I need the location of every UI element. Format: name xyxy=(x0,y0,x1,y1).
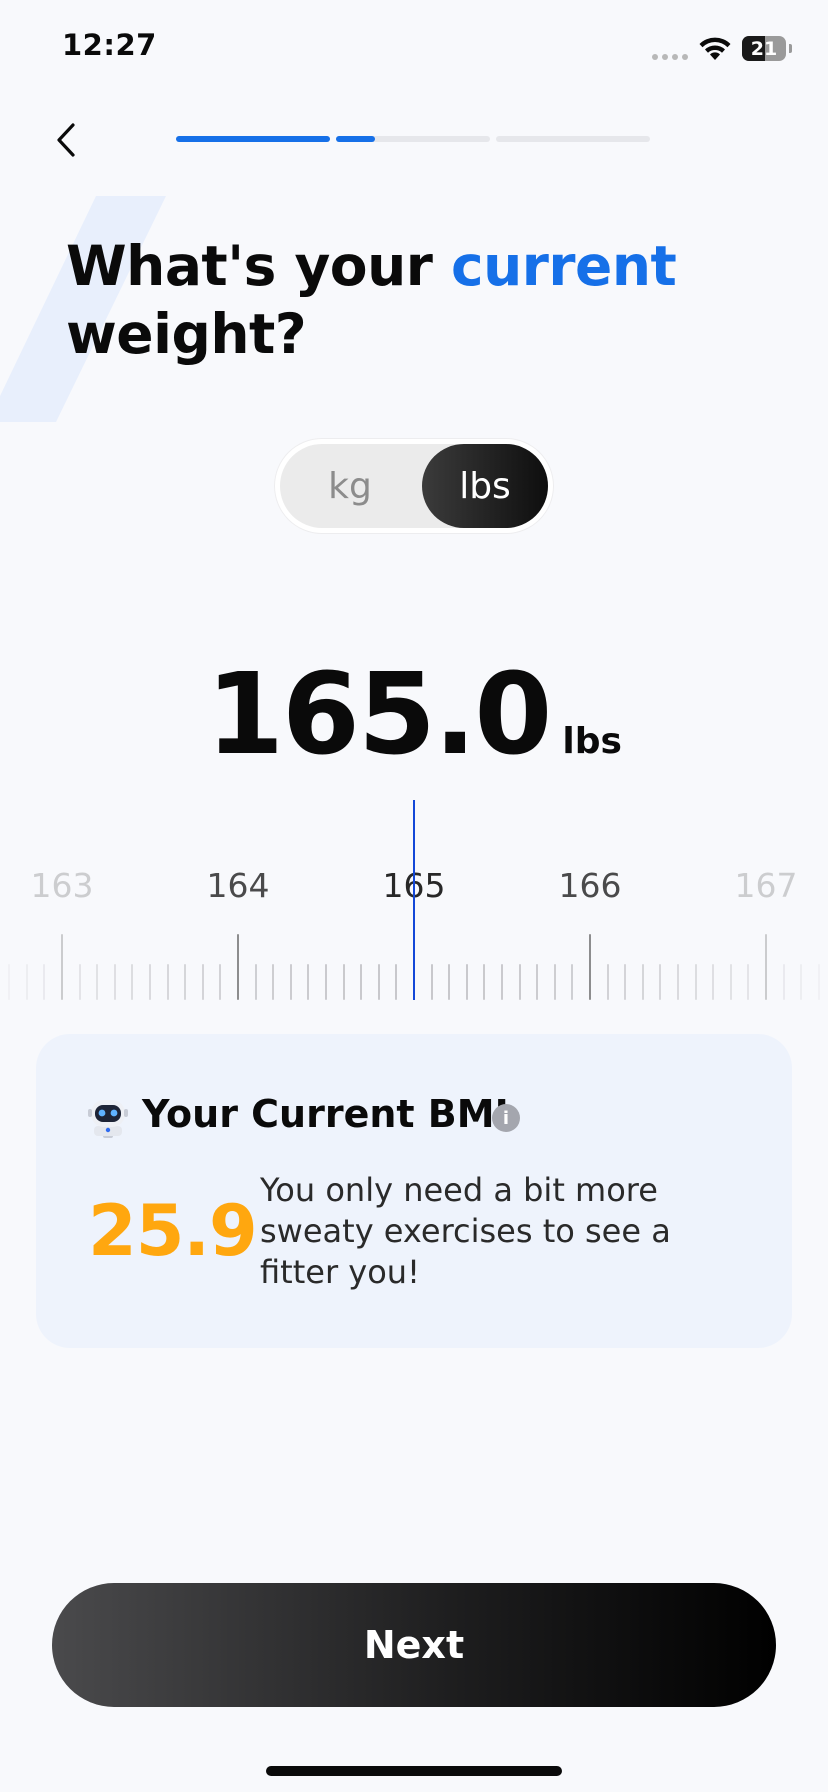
ruler-minor-tick xyxy=(430,964,433,1000)
unit-toggle: kg lbs xyxy=(274,438,554,534)
ruler-minor-tick xyxy=(131,964,134,1000)
bmi-value: 25.9 xyxy=(88,1190,258,1272)
status-time: 12:27 xyxy=(62,28,157,62)
battery-tip xyxy=(789,44,792,53)
unit-option-kg[interactable]: kg xyxy=(280,444,420,528)
ruler-minor-tick xyxy=(25,964,28,1000)
ruler-minor-tick xyxy=(606,964,609,1000)
chevron-left-icon xyxy=(57,123,75,157)
weight-ruler-slider[interactable]: 163 164 165 166 167 xyxy=(0,800,828,1006)
ruler-minor-tick xyxy=(712,964,715,1000)
onboarding-progress xyxy=(176,136,652,142)
info-icon[interactable]: i xyxy=(492,1104,520,1132)
ruler-minor-tick xyxy=(377,964,380,1000)
weight-unit: lbs xyxy=(562,721,622,762)
ruler-minor-tick xyxy=(325,964,327,1000)
weight-value: 165.0 xyxy=(206,650,552,780)
ruler-minor-tick xyxy=(78,964,81,1000)
ruler-minor-tick xyxy=(677,964,679,1000)
title-text-after: weight? xyxy=(66,302,307,366)
progress-segment-fill xyxy=(336,136,375,142)
page-title: What's your current weight? xyxy=(66,232,766,368)
ruler-pointer xyxy=(413,800,415,1000)
ruler-minor-tick xyxy=(219,964,222,1000)
ruler-minor-tick xyxy=(518,964,521,1000)
back-button[interactable] xyxy=(44,114,88,166)
ruler-major-tick xyxy=(589,934,591,1000)
ruler-minor-tick xyxy=(571,964,574,1000)
ruler-minor-tick xyxy=(272,964,275,1000)
bmi-title: Your Current BMI xyxy=(142,1092,509,1136)
ruler-minor-tick xyxy=(501,964,503,1000)
bmi-message: You only need a bit more sweaty exercise… xyxy=(260,1171,671,1291)
ruler-major-tick xyxy=(61,934,63,1000)
ruler-minor-tick xyxy=(307,964,310,1000)
ruler-minor-tick xyxy=(8,964,11,1000)
ruler-minor-tick xyxy=(641,964,644,1000)
ruler-minor-tick xyxy=(360,964,363,1000)
progress-segment-fill xyxy=(176,136,330,142)
ruler-minor-tick xyxy=(395,964,398,1000)
ruler-minor-tick xyxy=(113,964,116,1000)
home-indicator xyxy=(266,1766,562,1776)
ruler-minor-tick xyxy=(149,964,151,1000)
ruler-minor-tick xyxy=(729,964,732,1000)
ruler-minor-tick xyxy=(624,964,627,1000)
progress-segment xyxy=(496,136,650,142)
ruler-label: 167 xyxy=(734,866,798,905)
ruler-minor-tick xyxy=(465,964,468,1000)
ruler-minor-tick xyxy=(747,964,750,1000)
ruler-minor-tick xyxy=(817,964,820,1000)
ruler-minor-tick xyxy=(483,964,486,1000)
ruler-label: 164 xyxy=(206,866,270,905)
ruler-major-tick xyxy=(765,934,767,1000)
ruler-minor-tick xyxy=(782,964,785,1000)
ruler-minor-tick xyxy=(289,964,292,1000)
ruler-minor-tick xyxy=(254,964,257,1000)
ruler-minor-tick xyxy=(553,964,556,1000)
cellular-signal-icon xyxy=(652,54,688,60)
ruler-minor-tick xyxy=(43,964,46,1000)
bmi-card: Your Current BMI i 25.9 You only need a … xyxy=(36,1034,792,1348)
battery-icon: 21 xyxy=(742,36,786,61)
ruler-minor-tick xyxy=(201,964,204,1000)
ruler-major-tick xyxy=(237,934,239,1000)
ruler-minor-tick xyxy=(342,964,345,1000)
battery-level-text: 21 xyxy=(750,37,778,60)
ruler-label: 163 xyxy=(30,866,94,905)
ruler-minor-tick xyxy=(166,964,169,1000)
robot-icon xyxy=(88,1100,128,1138)
ruler-label: 166 xyxy=(558,866,622,905)
ruler-minor-tick xyxy=(800,964,803,1000)
next-button[interactable]: Next xyxy=(52,1583,776,1707)
ruler-minor-tick xyxy=(694,964,697,1000)
ruler-minor-tick xyxy=(184,964,187,1000)
title-accent-word: current xyxy=(451,234,677,298)
ruler-minor-tick xyxy=(536,964,539,1000)
progress-segment xyxy=(336,136,490,142)
wifi-icon xyxy=(698,36,732,66)
progress-segment xyxy=(176,136,330,142)
ruler-minor-tick xyxy=(659,964,662,1000)
title-text-before: What's your xyxy=(66,234,452,298)
unit-option-lbs[interactable]: lbs xyxy=(422,444,548,528)
weight-readout: 165.0 lbs xyxy=(0,650,828,780)
ruler-minor-tick xyxy=(448,964,451,1000)
ruler-minor-tick xyxy=(96,964,99,1000)
